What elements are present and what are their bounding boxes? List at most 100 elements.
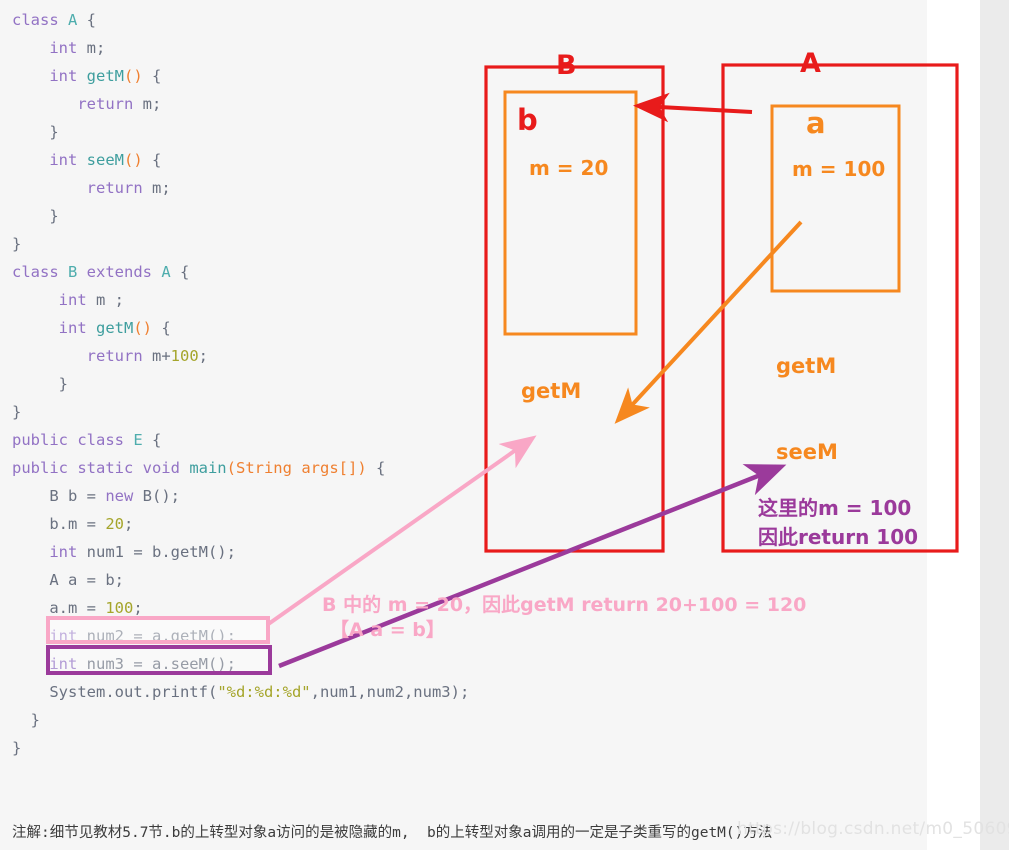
code-token: ; [133, 599, 143, 617]
code-token: b.m = [12, 515, 106, 533]
code-token: ; [198, 347, 208, 365]
code-token: () [124, 151, 143, 169]
code-token: String [235, 459, 292, 477]
object-a-field: m = 100 [792, 157, 886, 181]
code-token: ) [357, 459, 367, 477]
code-line: class A { [12, 6, 927, 34]
code-token: "%d:%d:%d" [217, 683, 311, 701]
code-token: main [189, 459, 227, 477]
code-token: new [105, 487, 134, 505]
code-token: System.out.printf( [12, 683, 218, 701]
object-b-field: m = 20 [529, 156, 609, 180]
code-token: } [12, 403, 22, 421]
code-token: int [49, 67, 78, 85]
code-token: () [133, 319, 153, 337]
code-token: } [12, 235, 22, 253]
code-token: } [12, 711, 40, 729]
code-token: num1 = b.getM(); [77, 543, 236, 561]
code-token: { [170, 263, 190, 281]
code-token: int [49, 39, 78, 57]
code-token: 100 [105, 599, 134, 617]
code-token: A [68, 11, 78, 29]
code-line: } [12, 398, 927, 426]
code-token: } [12, 123, 59, 141]
code-token: int [58, 291, 87, 309]
code-token: B(); [133, 487, 180, 505]
code-line: } [12, 706, 927, 734]
code-line: } [12, 202, 927, 230]
code-token: A a = b; [12, 571, 124, 589]
code-token: int [49, 543, 78, 561]
code-token: m; [142, 179, 171, 197]
code-token: } [12, 375, 68, 393]
code-line: return m; [12, 174, 927, 202]
code-token: 100 [170, 347, 199, 365]
code-token: E [133, 431, 143, 449]
code-token: m+ [142, 347, 171, 365]
object-a-label: a [806, 106, 826, 140]
code-token: } [12, 207, 59, 225]
code-token: { [142, 431, 162, 449]
code-token: B b = [12, 487, 106, 505]
code-line: } [12, 230, 927, 258]
highlight-box-num3 [46, 645, 272, 675]
code-line: A a = b; [12, 566, 927, 594]
code-token: args[] [301, 459, 358, 477]
code-token: m ; [86, 291, 124, 309]
code-token: a.m = [12, 599, 106, 617]
code-token: ( [226, 459, 236, 477]
code-line: return m; [12, 90, 927, 118]
code-token: return [86, 347, 143, 365]
code-token: { [77, 11, 97, 29]
code-line: int m; [12, 34, 927, 62]
code-token: class [12, 263, 68, 281]
code-token: () [124, 67, 143, 85]
code-line: int getM() { [12, 62, 927, 90]
code-token: int [49, 151, 78, 169]
screenshot-root: class A { int m; int getM() { return m; … [0, 0, 1009, 850]
code-token: A [161, 263, 171, 281]
code-token: getM [96, 319, 134, 337]
class-b-getm-label: getM [521, 379, 582, 403]
code-line: class B extends A { [12, 258, 927, 286]
gray-margin [980, 0, 1009, 850]
code-token: 20 [105, 515, 124, 533]
class-b-label: B [556, 50, 577, 81]
code-token: { [142, 151, 162, 169]
class-a-label: A [800, 48, 821, 79]
csdn-watermark: https://blog.csdn.net/m0_50609545 [737, 819, 1009, 839]
code-line: System.out.printf("%d:%d:%d",num1,num2,n… [12, 678, 927, 706]
code-token: B [68, 263, 78, 281]
code-token: { [142, 67, 162, 85]
code-line: } [12, 118, 927, 146]
code-token: public static void [12, 459, 190, 477]
code-token: ; [124, 515, 134, 533]
code-token: extends [77, 263, 162, 281]
code-line: int seeM() { [12, 146, 927, 174]
class-a-getm-label: getM [776, 354, 837, 378]
highlight-box-num2 [46, 616, 270, 644]
code-token: class [12, 11, 68, 29]
pink-note-line2: 【A a = b】 [330, 619, 445, 641]
code-token: int [58, 319, 87, 337]
code-token: { [366, 459, 386, 477]
code-token: seeM [86, 151, 124, 169]
code-token: m; [77, 39, 106, 57]
code-token: public class [12, 431, 134, 449]
code-line: int getM() { [12, 314, 927, 342]
code-token: m; [133, 95, 162, 113]
code-token: } [12, 739, 22, 757]
